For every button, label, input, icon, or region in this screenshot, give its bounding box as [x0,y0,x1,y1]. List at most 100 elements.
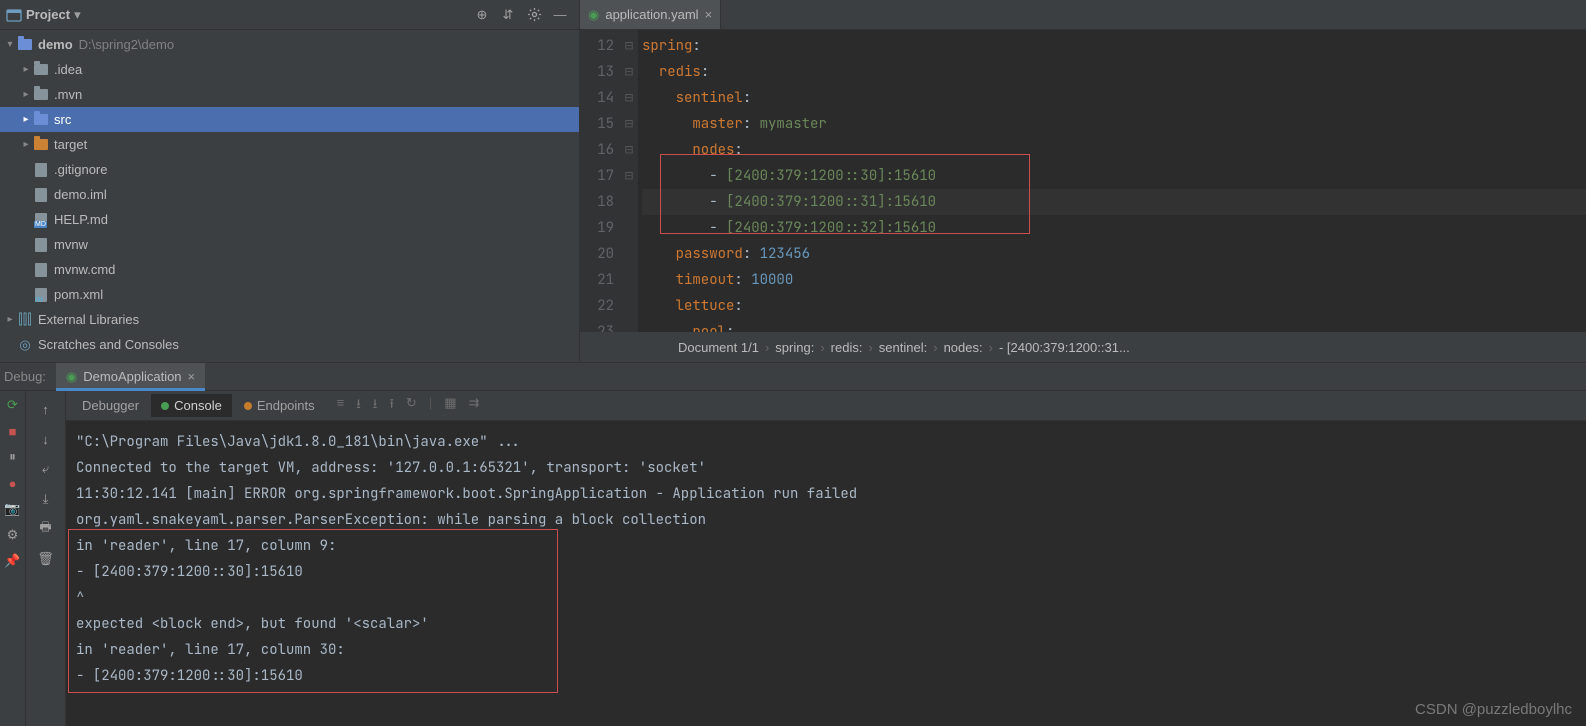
folder-icon [32,89,50,100]
tree-item-label: .mvn [54,87,82,102]
console-line: ^ [76,585,1576,611]
print-icon[interactable]: 🖶 [36,519,56,539]
tree-item-label: target [54,137,87,152]
file-icon [32,263,50,277]
tree-item[interactable]: mvnw.cmd [0,257,579,282]
breakpoint-icon[interactable]: ● [3,473,23,493]
spring-icon: ◉ [66,369,77,385]
close-icon[interactable]: × [705,7,713,22]
tree-item[interactable]: mvnw [0,232,579,257]
tree-item[interactable]: demo.iml [0,182,579,207]
folder-icon [32,139,50,150]
editor-breadcrumb: Document 1/1 › spring: › redis: › sentin… [580,332,1586,362]
tree-scratches[interactable]: ◎ Scratches and Consoles [0,332,579,357]
tool-icon[interactable]: ⭳ [356,395,361,417]
tool-icon[interactable]: ⭳ [373,395,378,417]
editor-tab-application-yaml[interactable]: ◉ application.yaml × [580,0,721,29]
tool-icon[interactable]: ⭱ [389,395,394,417]
project-panel: Project ▾ ⊕ ⇵ — ▾ demo D:\spring2\demo ▸… [0,0,580,362]
tool-icon[interactable]: ≡ [337,395,345,417]
tree-item-src[interactable]: ▸ src [0,107,579,132]
wrap-icon[interactable]: ⤶ [36,459,56,479]
tree-item-label: pom.xml [54,287,103,302]
tree-item[interactable]: ▸ target [0,132,579,157]
tree-item-label: mvnw.cmd [54,262,115,277]
clear-icon[interactable]: 🗑 [36,549,56,569]
console-area: Debugger Console Endpoints ≡ ⭳ ⭳ ⭱ ↻ | ▦… [66,391,1586,726]
file-icon [32,163,50,177]
tree-external-libraries[interactable]: ▸⫿⫿⫿ External Libraries [0,307,579,332]
tree-item-label: src [54,112,71,127]
tree-item-label: .gitignore [54,162,107,177]
tree-item[interactable]: .gitignore [0,157,579,182]
project-panel-title: Project [26,7,70,22]
console-output[interactable]: "C:\Program Files\Java\jdk1.8.0_181\bin\… [66,421,1586,726]
debug-label: Debug: [4,369,46,384]
camera-icon[interactable]: 📷 [3,499,23,519]
scroll-icon[interactable]: ⤓ [36,489,56,509]
editor-tab-label: application.yaml [605,7,698,22]
project-root-icon [16,39,34,50]
tree-root-path: D:\spring2\demo [79,37,174,52]
locate-icon[interactable]: ⊕ [471,4,493,26]
console-tab[interactable]: Console [151,394,232,417]
tree-item-label: Scratches and Consoles [38,337,179,352]
tree-item-label: .idea [54,62,82,77]
tree-item-label: External Libraries [38,312,139,327]
settings-icon[interactable]: ⚙ [3,525,23,545]
scratches-icon: ◎ [16,337,34,353]
tree-item[interactable]: HELP.md [0,207,579,232]
folder-icon [32,114,50,125]
endpoints-tab[interactable]: Endpoints [234,394,325,417]
pause-icon[interactable]: ⏸ [3,447,23,467]
pin-icon[interactable]: 📌 [3,551,23,571]
tool-icon[interactable]: ▦ [444,395,456,417]
console-line: - [2400:379:1200::30]:15610 [76,663,1576,689]
console-tools: ≡ ⭳ ⭳ ⭱ ↻ | ▦ ⇉ [337,395,480,417]
project-tree[interactable]: ▾ demo D:\spring2\demo ▸ .idea ▸ .mvn ▸ … [0,30,579,362]
hide-icon[interactable]: — [549,4,571,26]
tree-item[interactable]: ▸ .idea [0,57,579,82]
gear-icon[interactable] [523,4,545,26]
tree-item-label: mvnw [54,237,88,252]
console-tabs: Debugger Console Endpoints ≡ ⭳ ⭳ ⭱ ↻ | ▦… [66,391,1586,421]
debug-left-toolbar: ⟳ ■ ⏸ ● 📷 ⚙ 📌 [0,391,26,726]
debug-run-config-label: DemoApplication [83,369,181,384]
breadcrumb-item[interactable]: spring: [775,340,814,355]
breadcrumb-item[interactable]: sentinel: [879,340,927,355]
file-m-icon [32,288,50,302]
stop-icon[interactable]: ■ [3,421,23,441]
breadcrumb-item[interactable]: - [2400:379:1200::31... [999,340,1130,355]
console-left-toolbar: ↑ ↓ ⤶ ⤓ 🖶 🗑 [26,391,66,726]
console-line: expected <block end>, but found '<scalar… [76,611,1576,637]
watermark: CSDN @puzzledboylhc [1415,701,1572,718]
bug-rerun-icon[interactable]: ⟳ [3,395,23,415]
breadcrumb-item[interactable]: Document 1/1 [678,340,759,355]
tree-item[interactable]: pom.xml [0,282,579,307]
down-icon[interactable]: ↓ [36,429,56,449]
debugger-tab[interactable]: Debugger [72,394,149,417]
console-line: Connected to the target VM, address: '12… [76,455,1576,481]
console-line: "C:\Program Files\Java\jdk1.8.0_181\bin\… [76,429,1576,455]
tree-item-label: HELP.md [54,212,108,227]
breadcrumb-item[interactable]: redis: [831,340,863,355]
breadcrumb-item[interactable]: nodes: [944,340,983,355]
tool-icon[interactable]: ↻ [406,395,417,417]
fold-gutter[interactable]: ⊟⊟⊟⊟⊟⊟ [620,30,638,332]
file-md-icon [32,213,50,227]
editor-body[interactable]: 121314 151617 181920 212223 ⊟⊟⊟⊟⊟⊟ sprin… [580,30,1586,332]
console-line: in 'reader', line 17, column 30: [76,637,1576,663]
up-icon[interactable]: ↑ [36,399,56,419]
close-icon[interactable]: × [188,369,196,384]
tool-icon[interactable]: ⇉ [469,395,480,417]
code-area[interactable]: spring: redis: sentinel: master: mymaste… [638,30,1586,332]
expand-icon[interactable]: ⇵ [497,4,519,26]
tree-root[interactable]: ▾ demo D:\spring2\demo [0,32,579,57]
tree-item[interactable]: ▸ .mvn [0,82,579,107]
tree-root-label: demo [38,37,73,52]
debug-run-config-tab[interactable]: ◉ DemoApplication × [56,363,205,391]
debug-panel: Debug: ◉ DemoApplication × ⟳ ■ ⏸ ● 📷 ⚙ 📌… [0,362,1586,726]
dropdown-icon[interactable]: ▾ [74,7,81,23]
endpoints-dot-icon [244,402,252,410]
editor-panel: ◉ application.yaml × 121314 151617 18192… [580,0,1586,362]
